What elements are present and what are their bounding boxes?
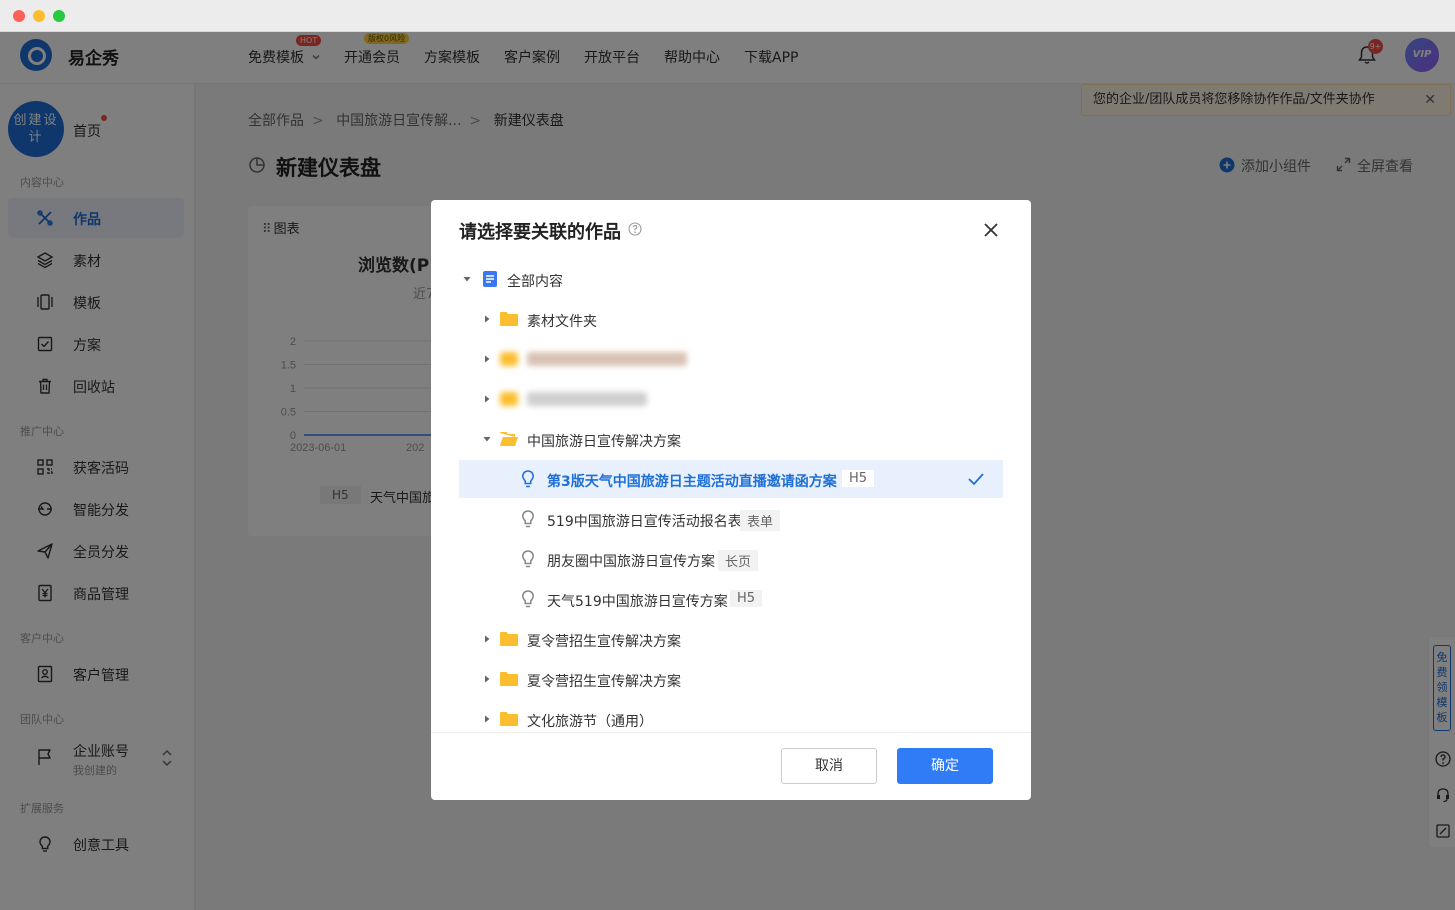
tree-node-folder[interactable]: 夏令营招生宣传解决方案 <box>459 620 1003 658</box>
tree-node-label: 文化旅游节（通用） <box>527 714 653 730</box>
work-type-tag: H5 <box>730 590 763 607</box>
caret-right-icon[interactable] <box>481 633 493 645</box>
tree-node-work-selected[interactable]: 第3版天气中国旅游日主题活动直播邀请函方案 H5 <box>459 460 1003 498</box>
tree-node-label: 第3版天气中国旅游日主题活动直播邀请函方案 <box>547 474 837 490</box>
caret-right-icon[interactable] <box>481 313 493 325</box>
zoom-window-button[interactable] <box>53 10 65 22</box>
caret-down-icon[interactable] <box>481 433 493 445</box>
work-type-tag: 表单 <box>740 510 781 531</box>
tree-node-root[interactable]: 全部内容 <box>459 260 1003 298</box>
caret-right-icon[interactable] <box>481 713 493 725</box>
question-icon[interactable] <box>628 222 642 236</box>
confirm-button[interactable]: 确定 <box>897 748 993 784</box>
minimize-window-button[interactable] <box>33 10 45 22</box>
tree-node-label: 朋友圈中国旅游日宣传方案 <box>547 554 715 570</box>
work-type-tag: H5 <box>842 470 875 487</box>
select-work-dialog: 请选择要关联的作品 全部内容 素材文件夹 中国旅游日宣传解决方案 第3版天气中国… <box>431 200 1031 800</box>
tree-node-folder-hidden[interactable] <box>459 380 1003 418</box>
tree-node-label: 中国旅游日宣传解决方案 <box>527 434 681 450</box>
tree-node-folder[interactable]: 夏令营招生宣传解决方案 <box>459 660 1003 698</box>
caret-right-icon[interactable] <box>481 353 493 365</box>
close-icon[interactable] <box>981 220 1001 240</box>
folder-open-icon <box>500 432 518 446</box>
caret-right-icon[interactable] <box>481 673 493 685</box>
dialog-title: 请选择要关联的作品 <box>459 222 621 243</box>
work-type-tag: 长页 <box>718 550 759 571</box>
tree-node-folder[interactable]: 素材文件夹 <box>459 300 1003 338</box>
content-tree: 全部内容 素材文件夹 中国旅游日宣传解决方案 第3版天气中国旅游日主题活动直播邀… <box>459 260 1003 732</box>
tree-node-work[interactable]: 朋友圈中国旅游日宣传方案 长页 <box>459 540 1003 578</box>
lightbulb-icon <box>522 590 534 608</box>
tree-node-label: 夏令营招生宣传解决方案 <box>527 634 681 650</box>
dialog-footer: 取消 确定 <box>431 732 1031 800</box>
document-icon <box>483 271 497 287</box>
tree-node-folder[interactable]: 文化旅游节（通用） <box>459 700 1003 732</box>
caret-down-icon[interactable] <box>461 273 473 285</box>
tree-node-label: 天气519中国旅游日宣传方案 <box>547 594 728 610</box>
tree-node-work[interactable]: 519中国旅游日宣传活动报名表 表单 <box>459 500 1003 538</box>
close-window-button[interactable] <box>13 10 25 22</box>
tree-node-label: 全部内容 <box>507 274 563 290</box>
lightbulb-icon <box>522 470 534 488</box>
lightbulb-icon <box>522 550 534 568</box>
tree-node-folder-open[interactable]: 中国旅游日宣传解决方案 <box>459 420 1003 458</box>
tree-node-folder-hidden[interactable] <box>459 340 1003 378</box>
cancel-button[interactable]: 取消 <box>781 748 877 784</box>
folder-icon <box>500 712 518 726</box>
check-icon <box>968 473 984 486</box>
folder-icon <box>500 312 518 326</box>
caret-right-icon[interactable] <box>481 393 493 405</box>
folder-icon <box>500 672 518 686</box>
folder-icon <box>500 632 518 646</box>
tree-node-label: 素材文件夹 <box>527 314 597 330</box>
blurred-label <box>527 392 647 406</box>
blurred-folder-icon <box>500 392 518 406</box>
lightbulb-icon <box>522 510 534 528</box>
tree-node-label: 519中国旅游日宣传活动报名表 <box>547 514 742 530</box>
window-titlebar <box>0 0 1455 32</box>
blurred-folder-icon <box>500 352 518 366</box>
tree-node-label: 夏令营招生宣传解决方案 <box>527 674 681 690</box>
tree-node-work[interactable]: 天气519中国旅游日宣传方案 H5 <box>459 580 1003 618</box>
blurred-label <box>527 352 687 366</box>
